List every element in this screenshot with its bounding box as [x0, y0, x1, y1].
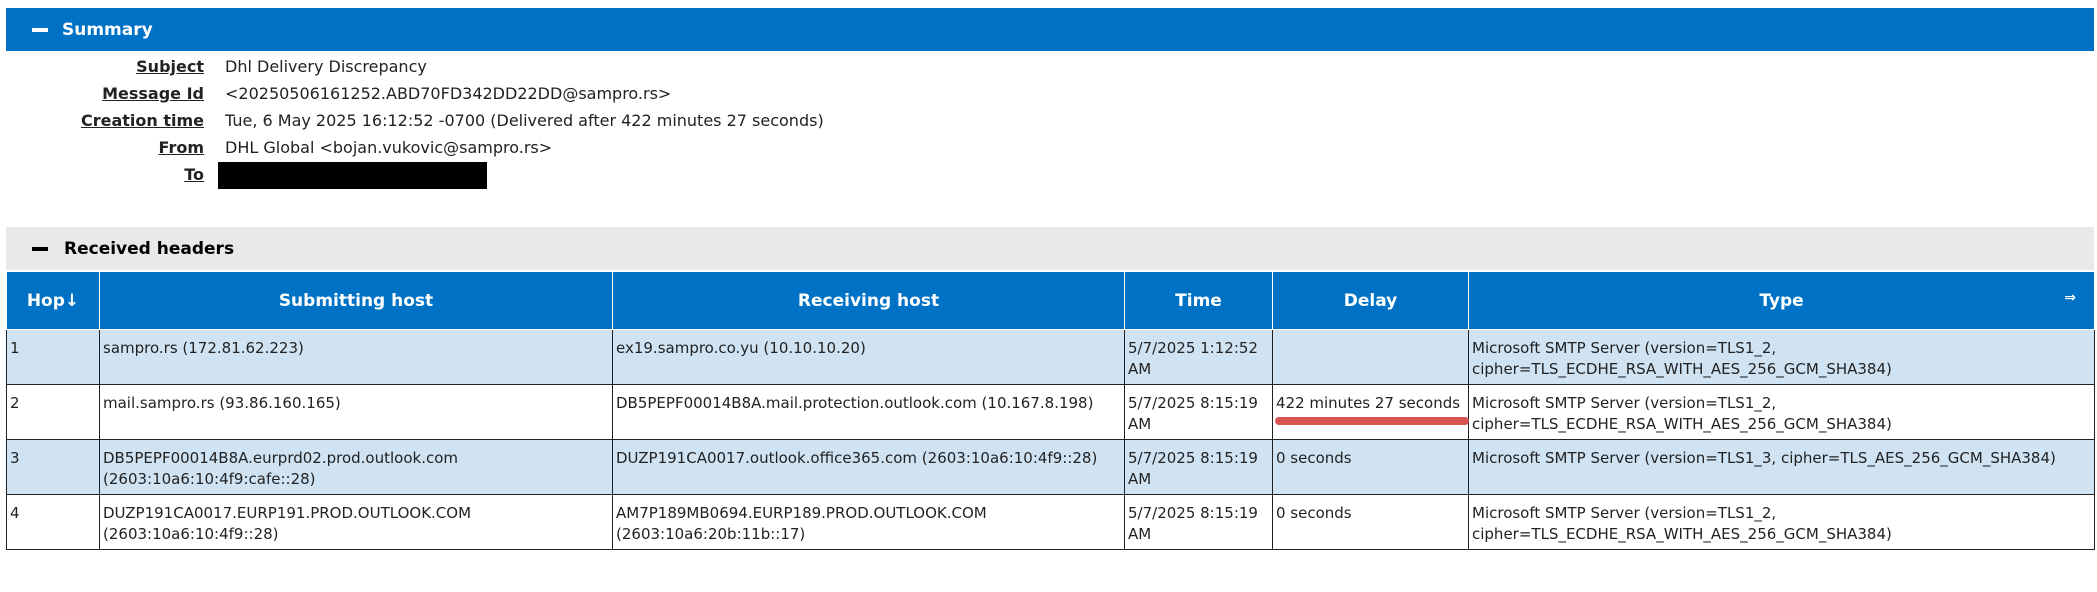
creation-time-value: Tue, 6 May 2025 16:12:52 -0700 (Delivere… [225, 111, 824, 130]
expand-arrow-icon[interactable]: ⇒ [2064, 290, 2076, 306]
column-header-hop[interactable]: Hop↓ [6, 271, 100, 330]
type-cell: Microsoft SMTP Server (version=TLS1_2, c… [1468, 384, 2095, 440]
receiving-host-cell: DB5PEPF00014B8A.mail.protection.outlook.… [612, 384, 1125, 440]
column-header-type-label: Type [1759, 290, 1804, 311]
table-row: 3 DB5PEPF00014B8A.eurprd02.prod.outlook.… [6, 439, 2095, 495]
message-id-value: <20250506161252.ABD70FD342DD22DD@sampro.… [225, 84, 672, 103]
table-header-row: Hop↓ Submitting host Receiving host Time… [6, 271, 2095, 330]
type-cell: Microsoft SMTP Server (version=TLS1_3, c… [1468, 439, 2095, 495]
submitting-host-cell: DUZP191CA0017.EURP191.PROD.OUTLOOK.COM (… [99, 494, 613, 550]
table-row: 4 DUZP191CA0017.EURP191.PROD.OUTLOOK.COM… [6, 494, 2095, 550]
receiving-host-cell: DUZP191CA0017.outlook.office365.com (260… [612, 439, 1125, 495]
subject-value: Dhl Delivery Discrepancy [225, 57, 427, 76]
hop-cell: 4 [6, 494, 100, 550]
summary-section-toggle[interactable]: Summary [6, 8, 2094, 51]
submitting-host-cell: DB5PEPF00014B8A.eurprd02.prod.outlook.co… [99, 439, 613, 495]
delay-cell: 0 seconds [1272, 494, 1469, 550]
hop-cell: 2 [6, 384, 100, 440]
hop-cell: 3 [6, 439, 100, 495]
received-headers-table: Hop↓ Submitting host Receiving host Time… [6, 271, 2095, 550]
column-header-receiving-host[interactable]: Receiving host [612, 271, 1125, 330]
type-cell: Microsoft SMTP Server (version=TLS1_2, c… [1468, 329, 2095, 385]
column-header-submitting-host[interactable]: Submitting host [99, 271, 613, 330]
type-cell: Microsoft SMTP Server (version=TLS1_2, c… [1468, 494, 2095, 550]
from-value: DHL Global <bojan.vukovic@sampro.rs> [225, 138, 553, 157]
submitting-host-cell: mail.sampro.rs (93.86.160.165) [99, 384, 613, 440]
time-cell: 5/7/2025 8:15:19 AM [1124, 494, 1273, 550]
time-cell: 5/7/2025 8:15:19 AM [1124, 384, 1273, 440]
submitting-host-cell: sampro.rs (172.81.62.223) [99, 329, 613, 385]
column-header-time[interactable]: Time [1124, 271, 1273, 330]
delay-value: 422 minutes 27 seconds [1276, 394, 1461, 412]
time-cell: 5/7/2025 8:15:19 AM [1124, 439, 1273, 495]
collapse-icon [32, 246, 48, 251]
from-label[interactable]: From [34, 137, 204, 159]
message-id-label[interactable]: Message Id [34, 83, 204, 105]
red-underline-annotation [1275, 417, 1469, 425]
column-header-type[interactable]: Type ⇒ [1468, 271, 2095, 330]
delay-cell-highlighted: 422 minutes 27 seconds [1272, 384, 1469, 440]
time-cell: 5/7/2025 1:12:52 AM [1124, 329, 1273, 385]
received-headers-section-toggle[interactable]: Received headers [6, 227, 2094, 270]
hop-cell: 1 [6, 329, 100, 385]
receiving-host-cell: AM7P189MB0694.EURP189.PROD.OUTLOOK.COM (… [612, 494, 1125, 550]
column-header-delay[interactable]: Delay [1272, 271, 1469, 330]
subject-label[interactable]: Subject [34, 56, 204, 78]
to-label[interactable]: To [34, 164, 204, 186]
receiving-host-cell: ex19.sampro.co.yu (10.10.10.20) [612, 329, 1125, 385]
table-row: 2 mail.sampro.rs (93.86.160.165) DB5PEPF… [6, 384, 2095, 440]
delay-cell [1272, 329, 1469, 385]
collapse-icon [32, 27, 48, 32]
creation-time-label[interactable]: Creation time [34, 110, 204, 132]
delay-cell: 0 seconds [1272, 439, 1469, 495]
summary-title: Summary [62, 19, 153, 40]
to-value-redacted [218, 162, 487, 189]
table-row: 1 sampro.rs (172.81.62.223) ex19.sampro.… [6, 329, 2095, 385]
received-headers-title: Received headers [64, 238, 235, 259]
